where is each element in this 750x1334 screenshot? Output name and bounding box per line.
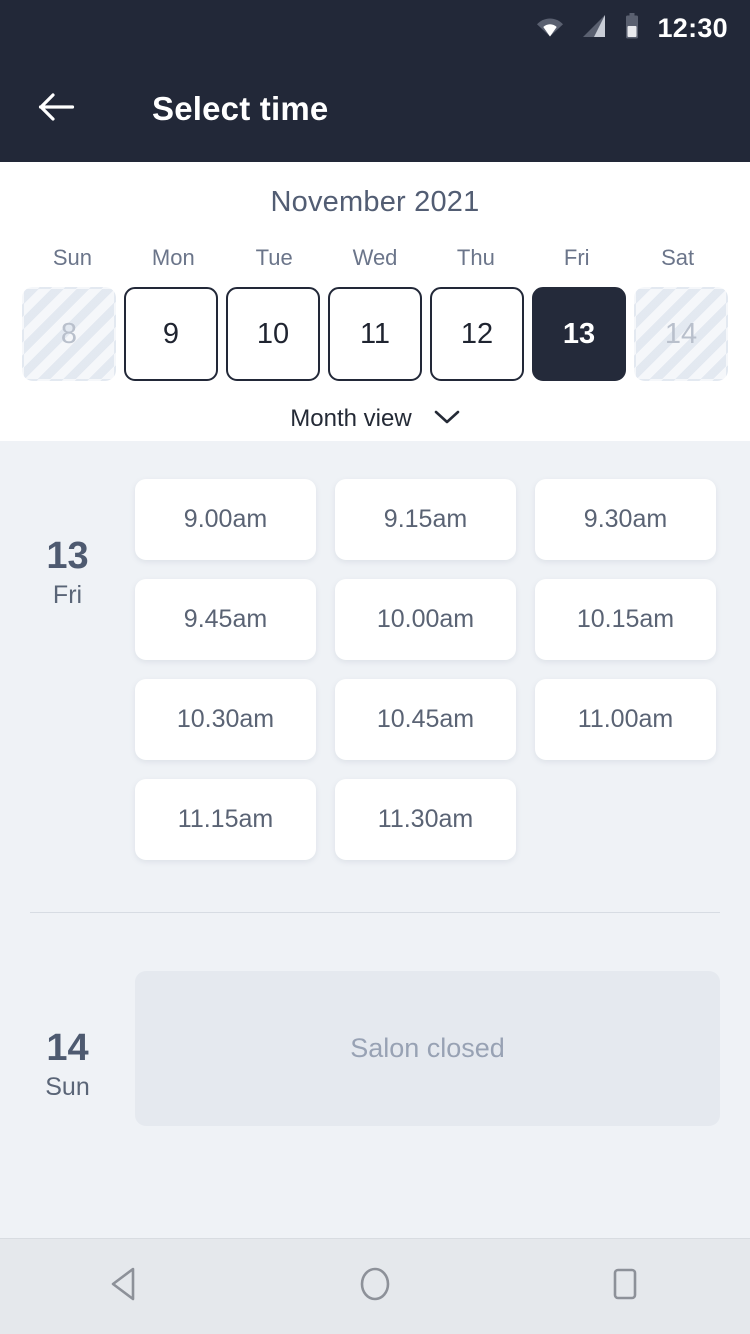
nav-home-circle-icon <box>357 1264 393 1309</box>
day-cell-14: 14 <box>634 287 728 381</box>
gutter-day-name: Sun <box>45 1072 90 1101</box>
day-cell-12[interactable]: 12 <box>430 287 524 381</box>
gutter-day-number: 13 <box>46 535 89 577</box>
calendar-header: November 2021 Sun Mon Tue Wed Thu Fri Sa… <box>0 162 750 441</box>
day-gutter-14: 14 Sun <box>0 971 135 1126</box>
nav-home-button[interactable] <box>315 1252 435 1322</box>
weekday-label: Mon <box>151 245 195 270</box>
wifi-icon <box>536 15 564 42</box>
day-gutter-13: 13 Fri <box>0 479 135 860</box>
nav-recents-button[interactable] <box>565 1252 685 1322</box>
weekday-label: Wed <box>352 245 398 270</box>
weekday-label: Sun <box>52 245 92 270</box>
time-slot[interactable]: 10.15am <box>535 579 716 660</box>
salon-closed-banner: Salon closed <box>135 971 720 1126</box>
phone-screen: 12:30 Select time November 2021 Sun Mon … <box>0 0 750 1334</box>
day-cell-8: 8 <box>22 287 116 381</box>
gutter-day-number: 14 <box>46 1027 89 1069</box>
time-slot[interactable]: 10.45am <box>335 679 516 760</box>
weekday-header-row: Sun Mon Tue Wed Thu Fri Sat <box>0 245 750 271</box>
status-bar: 12:30 <box>0 0 750 56</box>
day-group-14: 14 Sun Salon closed <box>0 971 750 1126</box>
nav-back-button[interactable] <box>65 1252 185 1322</box>
time-slot[interactable]: 9.30am <box>535 479 716 560</box>
android-nav-bar <box>0 1238 750 1334</box>
time-slot[interactable]: 10.00am <box>335 579 516 660</box>
month-label: November 2021 <box>270 186 480 218</box>
week-day-strip: 8 9 10 11 12 13 14 <box>0 287 750 381</box>
gutter-day-name: Fri <box>52 580 83 609</box>
slots-scroll-area[interactable]: 13 Fri 9.00am 9.15am 9.30am 9.45am 10.00… <box>0 441 750 1238</box>
time-slot[interactable]: 9.45am <box>135 579 316 660</box>
page-title: Select time <box>152 90 329 127</box>
day-cell-11[interactable]: 11 <box>328 287 422 381</box>
time-slot[interactable]: 11.30am <box>335 779 516 860</box>
time-slot[interactable]: 11.15am <box>135 779 316 860</box>
signal-icon <box>581 14 607 43</box>
time-slot[interactable]: 11.00am <box>535 679 716 760</box>
status-icon-group <box>536 12 640 44</box>
status-clock: 12:30 <box>657 12 728 43</box>
time-slot[interactable]: 9.15am <box>335 479 516 560</box>
app-bar: Select time <box>0 56 750 162</box>
nav-back-triangle-icon <box>108 1266 142 1307</box>
time-slot[interactable]: 9.00am <box>135 479 316 560</box>
weekday-label: Thu <box>456 245 495 270</box>
day-cell-9[interactable]: 9 <box>124 287 218 381</box>
weekday-label: Fri <box>563 245 590 270</box>
time-slot[interactable]: 10.30am <box>135 679 316 760</box>
weekday-label: Tue <box>255 245 293 270</box>
day-group-13: 13 Fri 9.00am 9.15am 9.30am 9.45am 10.00… <box>0 479 750 860</box>
back-button[interactable] <box>30 82 84 136</box>
chevron-down-icon <box>434 409 460 430</box>
time-slot-grid-13: 9.00am 9.15am 9.30am 9.45am 10.00am 10.1… <box>135 479 720 860</box>
day-cell-13[interactable]: 13 <box>532 287 626 381</box>
battery-icon <box>624 12 640 44</box>
month-view-toggle[interactable]: Month view <box>0 405 750 433</box>
nav-recents-square-icon <box>609 1265 641 1308</box>
back-arrow-icon <box>38 92 76 127</box>
month-view-label: Month view <box>290 405 412 432</box>
weekday-label: Sat <box>661 245 695 270</box>
day-cell-10[interactable]: 10 <box>226 287 320 381</box>
